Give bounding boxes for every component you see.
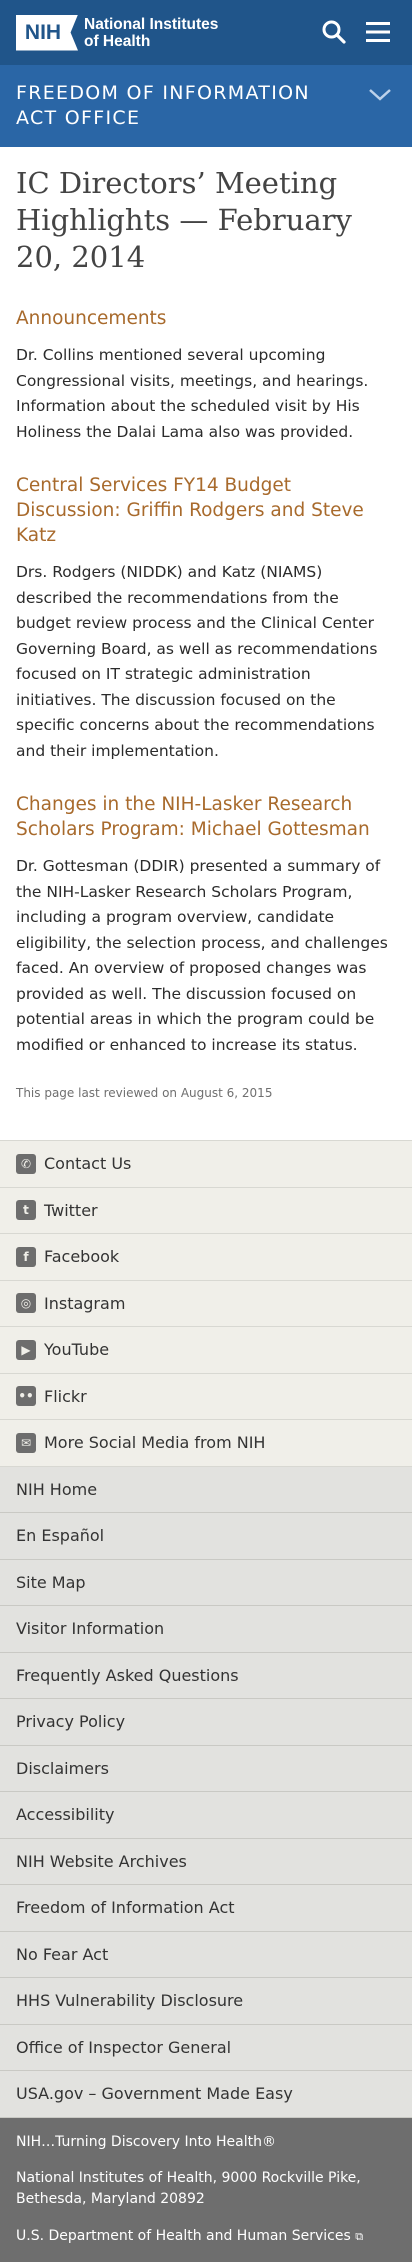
footer-link[interactable]: Office of Inspector General [0, 2024, 412, 2071]
social-media-icon: ✉ [16, 1432, 36, 1453]
chevron-down-icon[interactable] [368, 87, 392, 106]
footer-link[interactable]: USA.gov – Government Made Easy [0, 2071, 412, 2118]
last-reviewed: This page last reviewed on August 6, 201… [16, 1086, 273, 1100]
social-link-item[interactable]: ◎ Instagram [0, 1280, 412, 1327]
social-links: ✆ Contact Us t Twitter f Facebook ◎ Instagram ▶ Y… [0, 1140, 412, 1467]
footer-link[interactable]: Accessibility [0, 1792, 412, 1839]
logo-line-2: of Health [84, 32, 151, 50]
footer-link[interactable]: NIH Home [0, 1466, 412, 1513]
footer-link[interactable]: Privacy Policy [0, 1699, 412, 1746]
section-heading: Central Services FY14 Budget Discussion:… [16, 475, 364, 546]
logo-text: National Institutes of Health [84, 16, 218, 50]
social-link-item[interactable]: t Twitter [0, 1187, 412, 1234]
footer-link[interactable]: Site Map [0, 1559, 412, 1606]
social-link-label: Contact Us [44, 1154, 132, 1174]
flickr-icon: •• [16, 1386, 36, 1407]
footer-link[interactable]: Freedom of Information Act [0, 1885, 412, 1932]
footer-link[interactable]: No Fear Act [0, 1931, 412, 1978]
top-bar: NIH National Institutes of Health [0, 0, 412, 65]
footer-link[interactable]: Frequently Asked Questions [0, 1652, 412, 1699]
external-link-icon: ⧉ [355, 2229, 364, 2243]
social-link-item[interactable]: ▶ YouTube [0, 1327, 412, 1374]
site-footer: ✆ Contact Us t Twitter f Facebook ◎ Instagram ▶ Y… [0, 1140, 412, 2262]
phone-icon: ✆ [16, 1153, 36, 1174]
footer-links: NIH Home En Español Site Map Visitor Inform… [0, 1466, 412, 2118]
social-link-label: Facebook [44, 1247, 120, 1267]
logo-mark: NIH [16, 14, 78, 51]
footer-link[interactable]: Visitor Information [0, 1606, 412, 1653]
social-link-item[interactable]: f Facebook [0, 1234, 412, 1281]
hhs-link-label: U.S. Department of Health and Human Serv… [16, 2227, 351, 2244]
section-body: Drs. Rodgers (NIDDK) and Katz (NIAMS) de… [16, 563, 378, 760]
office-bar[interactable]: FREEDOM OF INFORMATION ACT OFFICE [0, 65, 412, 147]
footer-link[interactable]: NIH Website Archives [0, 1838, 412, 1885]
social-link-label: Twitter [44, 1200, 98, 1220]
logo-line-1: National Institutes [84, 15, 219, 33]
main-content: IC Directors’ Meeting Highlights — Febru… [0, 147, 412, 1140]
tagline: NIH…Turning Discovery Into Health® [16, 2133, 277, 2150]
social-link-item[interactable]: •• Flickr [0, 1373, 412, 1420]
section-lasker: Changes in the NIH-Lasker Research Schol… [16, 792, 396, 1058]
section-heading: Announcements [16, 308, 167, 329]
social-link-label: More Social Media from NIH [44, 1433, 266, 1453]
footer-bottom: NIH…Turning Discovery Into Health® Natio… [0, 2117, 412, 2262]
footer-link[interactable]: HHS Vulnerability Disclosure [0, 1978, 412, 2025]
section-heading: Changes in the NIH-Lasker Research Schol… [16, 794, 370, 840]
youtube-icon: ▶ [16, 1339, 36, 1360]
social-link-label: YouTube [44, 1340, 110, 1360]
site-header: NIH National Institutes of Health FREEDO… [0, 0, 412, 147]
footer-link[interactable]: Disclaimers [0, 1745, 412, 1792]
hhs-link[interactable]: U.S. Department of Health and Human Serv… [16, 2228, 396, 2244]
facebook-icon: f [16, 1246, 36, 1267]
office-title: FREEDOM OF INFORMATION ACT OFFICE [16, 82, 310, 129]
social-link-item[interactable]: ✉ More Social Media from NIH [0, 1420, 412, 1467]
footer-link[interactable]: En Español [0, 1513, 412, 1560]
address: National Institutes of Health, 9000 Rock… [16, 2169, 361, 2207]
page-title: IC Directors’ Meeting Highlights — Febru… [16, 166, 352, 274]
section-body: Dr. Gottesman (DDIR) presented a summary… [16, 857, 388, 1054]
menu-icon[interactable] [364, 18, 392, 46]
social-link-label: Instagram [44, 1293, 126, 1313]
section-announcements: Announcements Dr. Collins mentioned seve… [16, 306, 396, 445]
instagram-icon: ◎ [16, 1293, 36, 1314]
twitter-icon: t [16, 1200, 36, 1221]
search-icon[interactable] [320, 18, 348, 46]
section-body: Dr. Collins mentioned several upcoming C… [16, 346, 369, 441]
social-link-item[interactable]: ✆ Contact Us [0, 1141, 412, 1188]
social-link-label: Flickr [44, 1386, 87, 1406]
section-budget: Central Services FY14 Budget Discussion:… [16, 473, 396, 764]
nih-logo[interactable]: NIH National Institutes of Health [16, 14, 218, 51]
